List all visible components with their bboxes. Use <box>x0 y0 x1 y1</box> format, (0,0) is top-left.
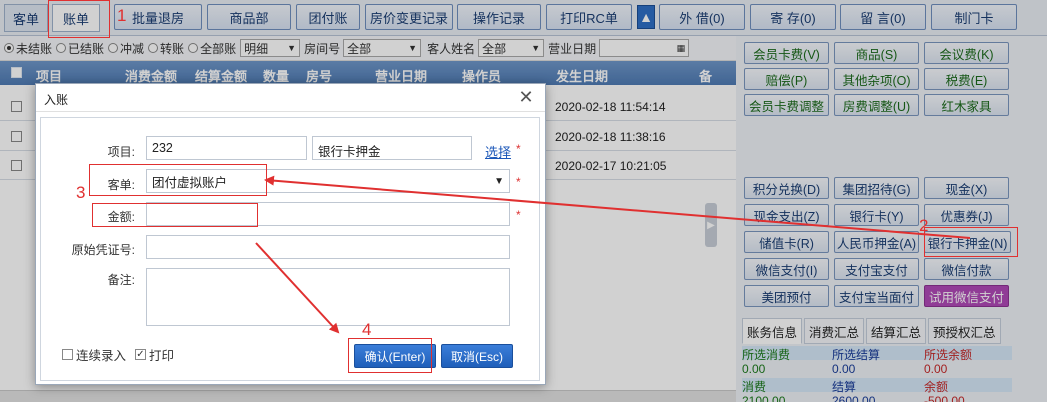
annotation-arrows <box>255 175 971 334</box>
arrow-to-guest-order <box>264 175 971 239</box>
arrow-to-confirm <box>255 242 340 334</box>
